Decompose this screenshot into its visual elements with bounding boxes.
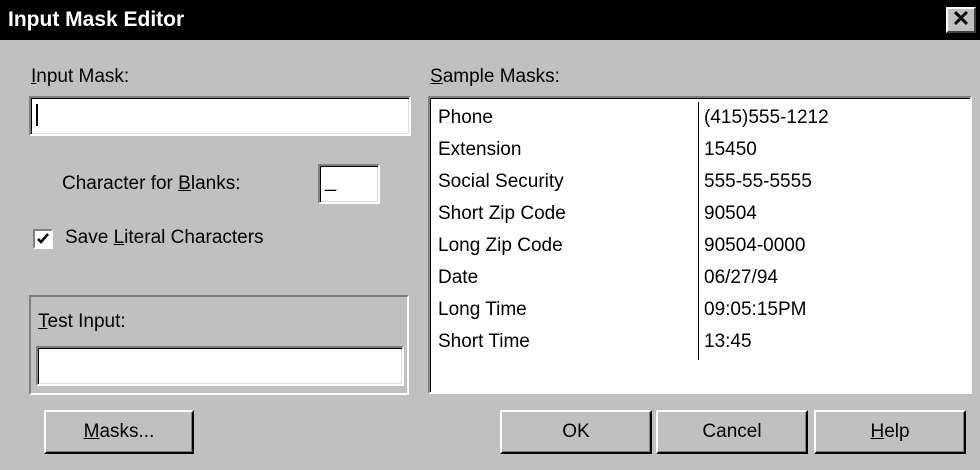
window-title: Input Mask Editor	[8, 8, 185, 31]
text-caret	[36, 104, 38, 126]
save-literal-label[interactable]: Save Literal Characters	[65, 227, 264, 249]
checkmark-icon	[37, 233, 49, 244]
title-bar: Input Mask Editor ✕	[0, 0, 980, 40]
masks-button[interactable]: Masks...	[44, 410, 194, 454]
input-mask-field[interactable]	[29, 96, 411, 136]
test-input-label: Test Input:	[38, 311, 126, 332]
list-item[interactable]: Short Time 13:45	[430, 326, 970, 358]
list-item[interactable]: Date 06/27/94	[430, 262, 970, 294]
sample-masks-label: Sample Masks:	[430, 66, 560, 87]
sample-masks-list[interactable]: Phone (415)555-1212 Extension 15450 Social…	[428, 96, 972, 394]
test-input-field[interactable]	[36, 346, 404, 386]
help-button[interactable]: Help	[814, 410, 966, 454]
list-item[interactable]: Long Zip Code 90504-0000	[430, 230, 970, 262]
input-mask-label: Input Mask:	[31, 66, 130, 87]
ok-button[interactable]: OK	[500, 410, 652, 454]
list-item[interactable]: Short Zip Code 90504	[430, 198, 970, 230]
list-item[interactable]: Extension 15450	[430, 134, 970, 166]
save-literal-checkbox[interactable]	[33, 229, 53, 249]
cancel-button[interactable]: Cancel	[656, 410, 808, 454]
list-item[interactable]: Phone (415)555-1212	[430, 102, 970, 134]
close-button[interactable]: ✕	[946, 7, 976, 33]
blanks-label: Character for Blanks:	[62, 173, 241, 194]
blank-character-field[interactable]: _	[318, 164, 380, 204]
close-icon: ✕	[951, 6, 971, 31]
list-item[interactable]: Social Security 555-55-5555	[430, 166, 970, 198]
list-item[interactable]: Long Time 09:05:15PM	[430, 294, 970, 326]
